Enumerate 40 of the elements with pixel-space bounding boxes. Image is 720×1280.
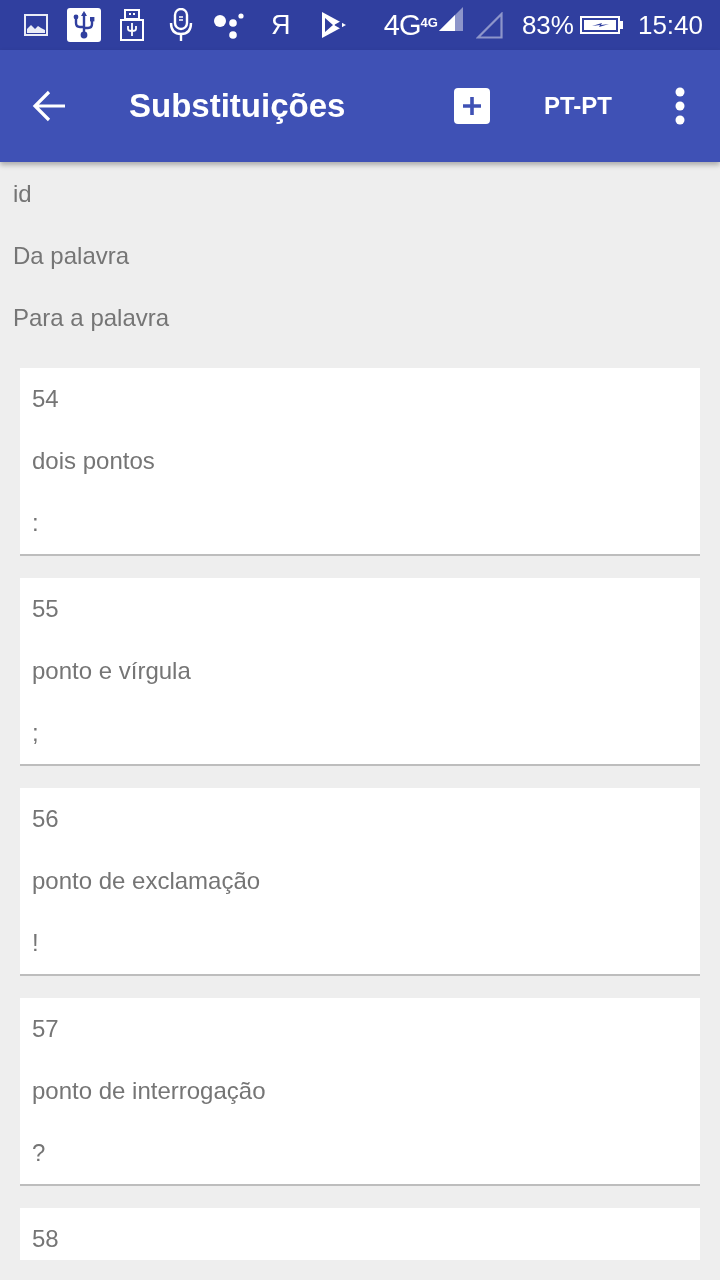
entry-card[interactable]: 54 dois pontos : — [20, 368, 700, 556]
entry-card[interactable]: 58 — [20, 1208, 700, 1260]
battery-percent: 83% — [521, 12, 574, 38]
entry-id: 57 — [32, 1014, 59, 1044]
screen-title: Substituições — [129, 86, 346, 126]
picture-icon — [24, 14, 48, 36]
replacement-text: : — [32, 508, 39, 538]
entry-card[interactable]: 56 ponto de exclamação ! — [20, 788, 700, 976]
network-type: 4G — [383, 10, 421, 40]
letter-icon: Я — [271, 11, 291, 39]
entry-card[interactable]: 55 ponto e vírgula ; — [20, 578, 700, 766]
play-triangle-icon — [320, 11, 347, 39]
replacement-text: ? — [32, 1138, 46, 1168]
column-label: Para a palavra — [13, 304, 170, 331]
entry-id: 54 — [32, 384, 59, 414]
column-label: Da palavra — [13, 242, 130, 269]
clock-time: 15:40 — [637, 12, 703, 38]
replacement-text: ; — [32, 718, 39, 748]
plus-icon — [454, 88, 490, 124]
source-word: ponto de interrogação — [32, 1076, 266, 1106]
entry-card[interactable]: 57 ponto de interrogação ? — [20, 998, 700, 1186]
source-word: ponto e vírgula — [32, 656, 191, 686]
source-word: ponto de exclamação — [32, 866, 261, 896]
microphone-icon — [169, 8, 193, 42]
entry-id: 55 — [32, 594, 59, 624]
entry-id: 58 — [32, 1224, 59, 1254]
entry-id: 56 — [32, 804, 59, 834]
signal-icon — [438, 7, 463, 31]
network-type: 4G — [420, 16, 438, 29]
language-button[interactable]: PT-PT — [544, 84, 612, 128]
back-arrow-icon — [32, 89, 66, 123]
usb-drive-icon — [120, 9, 144, 41]
add-button[interactable] — [454, 88, 490, 124]
battery-charging-icon — [579, 16, 623, 34]
four-dots-icon — [214, 11, 244, 39]
signal-icon — [475, 11, 503, 39]
column-label: id — [13, 180, 32, 207]
source-word: dois pontos — [32, 446, 155, 476]
replacement-text: ! — [32, 928, 39, 958]
usb-icon — [67, 8, 101, 42]
